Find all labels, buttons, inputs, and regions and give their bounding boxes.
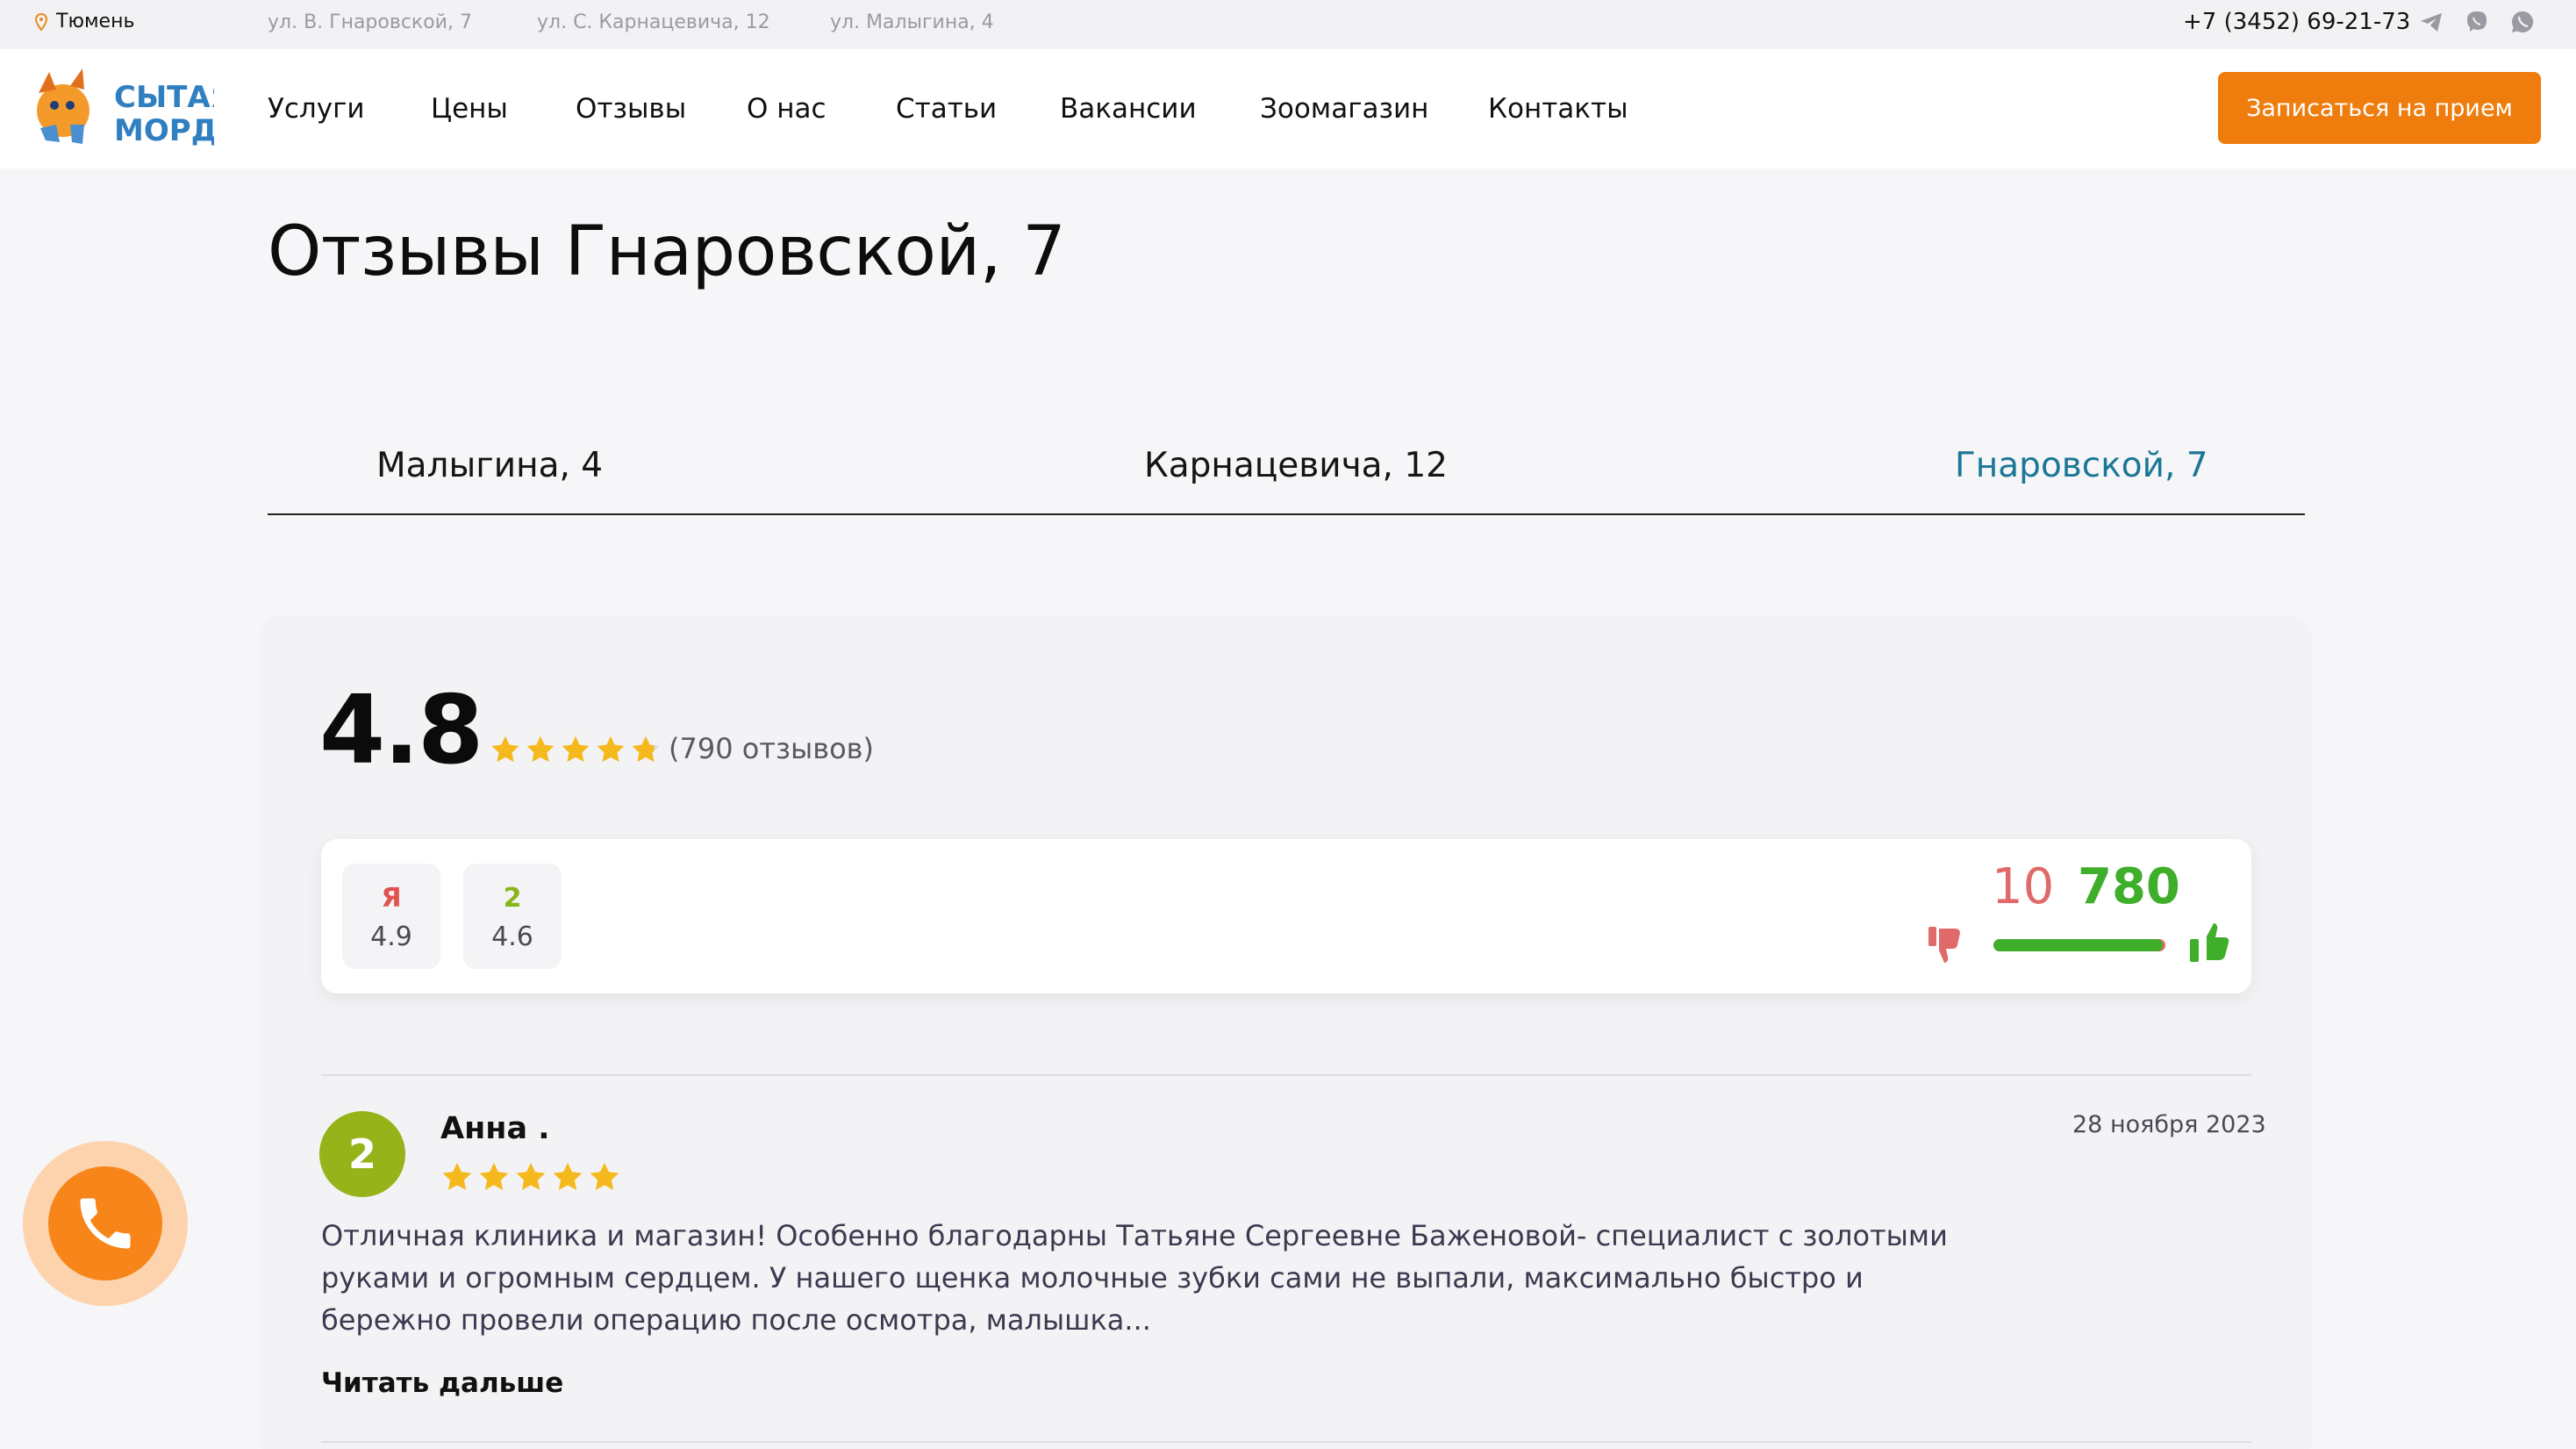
star-icon	[562, 735, 590, 763]
negative-count: 10	[1992, 858, 2055, 915]
divider-top	[321, 1074, 2251, 1076]
star-icon	[516, 1162, 546, 1190]
review-stars	[440, 1160, 621, 1194]
address-link-karnacevicha[interactable]: ул. С. Карнацевича, 12	[537, 11, 770, 33]
svg-text:МОРДА: МОРДА	[114, 113, 214, 148]
nav-articles[interactable]: Статьи	[896, 93, 997, 125]
page-title: Отзывы Гнаровской, 7	[268, 212, 1066, 291]
star-icon	[590, 1162, 619, 1190]
star-icon	[632, 735, 660, 763]
review-avatar: 2	[319, 1111, 405, 1197]
rating-sources-panel: Я 4.9 2 4.6 10 780	[321, 839, 2251, 993]
tab-gnarovskoy[interactable]: Гнаровской, 7	[1955, 446, 2208, 485]
review-text: Отличная клиника и магазин! Особенно бла…	[321, 1219, 1948, 1337]
whatsapp-icon[interactable]	[2509, 9, 2536, 35]
nav-services[interactable]: Услуги	[268, 93, 365, 125]
phone-link[interactable]: +7 (3452) 69-21-73	[2183, 9, 2410, 35]
site-logo[interactable]: СЫТАЯ МОРДА	[30, 67, 214, 151]
nav-pet-shop[interactable]: Зоомагазин	[1260, 93, 1428, 125]
nav-prices[interactable]: Цены	[431, 93, 508, 125]
city-label: Тюмень	[56, 11, 135, 32]
tab-malygina[interactable]: Малыгина, 4	[376, 446, 603, 485]
review-date: 28 ноября 2023	[2072, 1111, 2266, 1138]
book-appointment-button[interactable]: Записаться на прием	[2218, 72, 2541, 144]
nav-reviews[interactable]: Отзывы	[576, 93, 686, 125]
address-link-malygina[interactable]: ул. Малыгина, 4	[830, 11, 994, 33]
callback-button-core[interactable]	[48, 1166, 162, 1280]
2gis-rating-value: 4.6	[491, 922, 533, 952]
review-author: Анна .	[440, 1111, 550, 1146]
2gis-rating-badge[interactable]: 2 4.6	[463, 864, 562, 969]
top-bar: Тюмень ул. В. Гнаровской, 7 ул. С. Карна…	[0, 0, 2576, 49]
telegram-icon[interactable]	[2418, 9, 2444, 35]
star-icon	[597, 735, 625, 763]
tabs-underline	[268, 513, 2305, 515]
phone-icon	[80, 1198, 131, 1249]
main-header: СЫТАЯ МОРДА Услуги Цены Отзывы О нас Ста…	[0, 49, 2576, 169]
sentiment-bar-positive	[1993, 939, 2164, 951]
thumbs-up-icon	[2190, 923, 2229, 962]
city-selector[interactable]: Тюмень	[35, 11, 134, 32]
star-icon	[479, 1162, 509, 1190]
overall-stars	[490, 734, 662, 765]
sentiment-bar	[1993, 939, 2165, 951]
positive-count: 780	[2078, 858, 2180, 915]
star-icon	[442, 1162, 472, 1190]
svg-text:СЫТАЯ: СЫТАЯ	[114, 80, 214, 115]
star-icon	[491, 735, 519, 763]
star-icon	[553, 1162, 583, 1190]
read-more-link[interactable]: Читать дальше	[321, 1367, 563, 1399]
nav-about[interactable]: О нас	[747, 93, 826, 125]
viber-icon[interactable]	[2464, 9, 2490, 35]
yandex-rating-badge[interactable]: Я 4.9	[342, 864, 440, 969]
callback-button[interactable]	[23, 1141, 188, 1306]
yandex-mark: Я	[381, 883, 402, 914]
star-icon	[526, 735, 555, 763]
nav-vacancies[interactable]: Вакансии	[1060, 93, 1197, 125]
address-link-gnarovskoy[interactable]: ул. В. Гнаровской, 7	[268, 11, 472, 33]
thumbs-down-icon	[1928, 927, 1960, 963]
divider-bottom	[321, 1441, 2251, 1443]
nav-contacts[interactable]: Контакты	[1488, 93, 1628, 125]
2gis-mark: 2	[503, 883, 522, 914]
overall-rating: 4.8	[319, 676, 483, 785]
yandex-rating-value: 4.9	[370, 922, 412, 952]
map-pin-icon	[35, 12, 47, 31]
review-count: (790 отзывов)	[669, 732, 875, 765]
tab-karnacevicha[interactable]: Карнацевича, 12	[1144, 446, 1448, 485]
